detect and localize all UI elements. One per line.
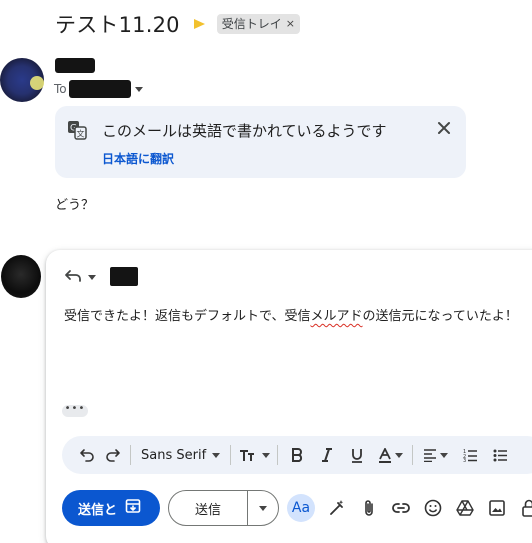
- translate-message: このメールは英語で書かれているようです: [102, 122, 387, 140]
- send-and-archive-button[interactable]: 送信と: [62, 490, 160, 526]
- close-icon[interactable]: [436, 120, 452, 136]
- drive-icon[interactable]: [455, 498, 475, 518]
- user-avatar[interactable]: [1, 255, 41, 298]
- reply-icon: [64, 268, 82, 287]
- toolbar-divider: [277, 445, 279, 465]
- translate-icon: G 文: [67, 120, 87, 140]
- translate-to-japanese-link[interactable]: 日本語に翻訳: [102, 150, 174, 167]
- font-family-value: Sans Serif: [141, 447, 207, 463]
- recipient-line[interactable]: To: [54, 80, 143, 98]
- subject-row: テスト11.20 受信トレイ ×: [55, 8, 300, 40]
- svg-text:文: 文: [77, 129, 85, 139]
- chevron-down-icon: [394, 452, 403, 458]
- magic-pen-icon[interactable]: [327, 498, 347, 518]
- sender-name-redacted: [55, 58, 95, 73]
- formatting-toolbar: Sans Serif 123: [62, 436, 532, 474]
- chevron-down-icon: [212, 452, 221, 458]
- sender-avatar[interactable]: [0, 58, 44, 102]
- reply-type-chevron-icon: [88, 275, 96, 280]
- toolbar-divider: [230, 445, 232, 465]
- svg-text:3: 3: [463, 458, 466, 462]
- lock-icon[interactable]: [519, 498, 532, 518]
- send-button-group: 送信: [168, 490, 279, 526]
- send-button[interactable]: 送信: [169, 491, 247, 525]
- toolbar-divider: [130, 445, 131, 465]
- toolbar-divider: [412, 445, 414, 465]
- bold-icon[interactable]: [284, 443, 310, 467]
- text-color-icon[interactable]: [374, 443, 406, 467]
- emoji-icon[interactable]: [423, 498, 443, 518]
- numbered-list-icon[interactable]: 123: [457, 443, 483, 467]
- chevron-down-icon: [439, 452, 448, 458]
- to-label: To: [54, 82, 67, 96]
- show-trimmed-content-button[interactable]: •••: [62, 404, 88, 417]
- reply-type-selector[interactable]: [64, 268, 96, 287]
- compose-body[interactable]: 受信できたよ！返信もデフォルトで、受信メルアドの送信元になっていたよ！: [64, 305, 518, 324]
- email-body: どう？: [55, 198, 95, 213]
- translate-banner: G 文 このメールは英語で書かれているようです 日本語に翻訳: [55, 106, 466, 178]
- text-size-icon[interactable]: [237, 443, 271, 467]
- send-options-button[interactable]: [247, 491, 278, 525]
- compose-text-start: 受信できたよ！返信もデフォルトで、受信: [64, 309, 311, 324]
- misspelled-word[interactable]: メルアド: [310, 309, 362, 324]
- align-icon[interactable]: [419, 443, 451, 467]
- compose-actions: 送信と 送信 Aa: [62, 490, 532, 526]
- chevron-down-icon: [261, 452, 270, 458]
- email-subject: テスト11.20: [55, 13, 180, 37]
- bulleted-list-icon[interactable]: [487, 443, 513, 467]
- reply-recipient-redacted[interactable]: [110, 267, 138, 286]
- chevron-down-icon: [259, 505, 267, 511]
- send-and-archive-label: 送信と: [78, 502, 118, 518]
- paperclip-icon[interactable]: [359, 498, 379, 518]
- remove-label-icon[interactable]: ×: [286, 17, 295, 30]
- underline-icon[interactable]: [344, 443, 370, 467]
- undo-icon[interactable]: [76, 443, 98, 467]
- link-icon[interactable]: [391, 498, 411, 518]
- photo-icon[interactable]: [487, 498, 507, 518]
- label-chip-inbox[interactable]: 受信トレイ ×: [216, 14, 300, 34]
- recipient-details-chevron-icon[interactable]: [134, 86, 143, 92]
- font-family-select[interactable]: Sans Serif: [137, 443, 224, 467]
- importance-marker-icon[interactable]: [193, 19, 205, 29]
- label-chip-text: 受信トレイ: [221, 17, 282, 31]
- italic-icon[interactable]: [314, 443, 340, 467]
- text-format-toggle-button[interactable]: Aa: [287, 494, 315, 522]
- reply-compose: 受信できたよ！返信もデフォルトで、受信メルアドの送信元になっていたよ！ ••• …: [46, 250, 532, 543]
- avatar-highlight: [30, 76, 44, 90]
- recipient-redacted: [68, 80, 131, 98]
- archive-icon: [125, 498, 141, 518]
- redo-icon[interactable]: [102, 443, 124, 467]
- compose-text-end: の送信元になっていたよ！: [362, 309, 518, 324]
